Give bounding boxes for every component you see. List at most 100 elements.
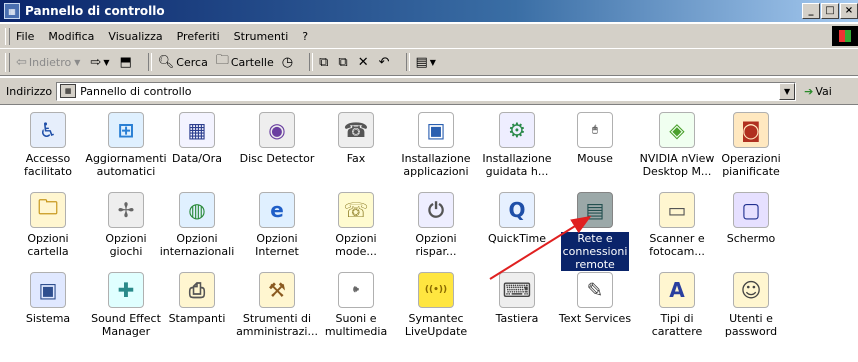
go-button[interactable]: ➔ Vai [804,85,832,98]
cpl-item-label: Text Services [558,312,632,325]
menu-modifica[interactable]: Modifica [48,30,94,43]
history-icon: ◷ [281,54,294,70]
address-dropdown-button[interactable]: ▼ [779,82,796,100]
fax-icon: ☎ [338,112,374,148]
joystick-icon: ✢ [108,192,144,228]
menu-grip[interactable] [5,27,10,45]
maximize-button[interactable]: □ [821,3,839,19]
copy-to-button[interactable]: ⧉ [338,55,349,70]
cpl-item-modem[interactable]: ☏ Opzioni mode... [316,192,396,258]
cpl-item-printer[interactable]: ⎙ Stampanti [157,272,237,325]
sound-effect-icon: ✚ [108,272,144,308]
chevron-down-icon: ▼ [74,57,81,67]
forward-button[interactable]: ⇨ ▼ [90,55,111,70]
minimize-button[interactable]: _ [802,3,820,19]
cpl-item-label: Schermo [726,232,776,245]
cpl-item-users[interactable]: ☺ Utenti e password [711,272,791,338]
views-icon: ▤ [415,54,428,70]
cpl-item-label: Installazione guidata h... [482,152,552,178]
cpl-item-network[interactable]: ▤ Rete e connessioni remote [555,192,635,271]
cpl-item-label: Scanner e fotocam... [649,232,705,258]
cpl-item-sound-effect[interactable]: ✚ Sound Effect Manager [86,272,166,338]
cpl-item-label: Stampanti [168,312,226,325]
nvidia-icon: ◈ [659,112,695,148]
cpl-item-scanner[interactable]: ▭ Scanner e fotocam... [637,192,717,258]
users-icon: ☺ [733,272,769,308]
history-button[interactable]: ◷ [282,55,295,70]
search-button[interactable]: 🔍︎ Cerca [158,55,208,70]
window-controls: _ □ × [801,3,858,19]
internet-icon: e [259,192,295,228]
cpl-item-disc[interactable]: ◉ Disc Detector [237,112,317,165]
cpl-item-quicktime[interactable]: Q QuickTime [477,192,557,245]
cpl-item-fax[interactable]: ☎ Fax [316,112,396,165]
chevron-down-icon: ▼ [429,57,436,67]
cpl-item-liveupdate[interactable]: ((•)) Symantec LiveUpdate [396,272,476,338]
cpl-item-hardware-wizard[interactable]: ⚙ Installazione guidata h... [477,112,557,178]
cpl-item-internet[interactable]: e Opzioni Internet [237,192,317,258]
cpl-item-label: Opzioni internazionali [159,232,235,258]
cpl-item-power[interactable]: ⏻ Opzioni rispar... [396,192,476,258]
network-icon: ▤ [577,192,613,228]
up-folder-button[interactable]: ⬒ [119,55,133,70]
power-icon: ⏻ [418,192,454,228]
cpl-item-add-remove-programs[interactable]: ▣ Installazione applicazioni [396,112,476,178]
cpl-item-computer[interactable]: ▣ Sistema [8,272,88,325]
cpl-item-label: Symantec LiveUpdate [404,312,468,338]
address-field[interactable]: ▦ Pannello di controllo ▼ [56,81,797,101]
cpl-item-label: Data/Ora [172,152,222,165]
cpl-item-fonts[interactable]: A Tipi di carattere [637,272,717,338]
address-value[interactable]: Pannello di controllo [80,85,191,98]
cpl-item-admin-tools[interactable]: ⚒ Strumenti di amministrazi... [236,272,318,338]
hardware-wizard-icon: ⚙ [499,112,535,148]
cpl-item-label: Tastiera [495,312,539,325]
back-button[interactable]: ⇦ Indietro ▼ [16,55,82,70]
menu-preferiti[interactable]: Preferiti [177,30,220,43]
menu-help[interactable]: ? [302,30,308,43]
delete-button[interactable]: ✕ [358,55,371,70]
cpl-item-nvidia[interactable]: ◈ NVIDIA nView Desktop M... [637,112,717,178]
control-panel-icon: ▦ [4,3,20,19]
move-to-button[interactable]: ⧉ [319,55,330,70]
toolbar-separator [309,53,314,71]
menu-visualizza[interactable]: Visualizza [108,30,162,43]
folders-button[interactable]: 🗀 Cartelle [216,51,274,73]
windows-logo-icon [832,26,858,46]
toolbar-separator [147,53,152,71]
globe-icon: ◍ [179,192,215,228]
cpl-item-mouse[interactable]: 🖱︎ Mouse [555,112,635,165]
window-title: Pannello di controllo [25,4,165,18]
cpl-item-globe[interactable]: ◍ Opzioni internazionali [157,192,237,258]
cpl-item-label: Mouse [577,152,613,165]
cpl-item-joystick[interactable]: ✢ Opzioni giochi [86,192,166,258]
views-button[interactable]: ▤ ▼ [416,55,438,70]
cpl-item-folder-options[interactable]: 🗀 Opzioni cartella [8,192,88,258]
accessibility-icon: ♿ [30,112,66,148]
cpl-item-keyboard[interactable]: ⌨ Tastiera [477,272,557,325]
toolbar-grip[interactable] [5,52,10,72]
printer-icon: ⎙ [179,272,215,308]
forward-arrow-icon: ⇨ [90,54,102,70]
cpl-item-label: Tipi di carattere [651,312,703,338]
quicktime-icon: Q [499,192,535,228]
cpl-item-windows-update[interactable]: ⊞ Aggiornamenti automatici [85,112,167,178]
cpl-item-calendar[interactable]: ▦ Data/Ora [157,112,237,165]
menu-file[interactable]: File [16,30,34,43]
toolbar: ⇦ Indietro ▼ ⇨ ▼ ⬒ 🔍︎ Cerca 🗀 Cartelle ◷ ⧉ ⧉ … [0,49,858,76]
cpl-item-label: NVIDIA nView Desktop M... [639,152,715,178]
folders-icon: 🗀 [215,53,229,68]
undo-button[interactable]: ↶ [379,55,392,70]
cpl-item-label: Aggiornamenti automatici [85,152,167,178]
cpl-item-scheduled-tasks[interactable]: ◙ Operazioni pianificate [711,112,791,178]
speaker-icon: 🕪︎ [338,272,374,308]
menu-strumenti[interactable]: Strumenti [234,30,289,43]
cpl-item-label: Installazione applicazioni [401,152,471,178]
back-label: Indietro [28,55,72,69]
cpl-item-speaker[interactable]: 🕪︎ Suoni e multimedia [316,272,396,338]
search-icon: 🔍︎ [157,54,175,70]
cpl-item-accessibility[interactable]: ♿ Accesso facilitato [8,112,88,178]
cpl-item-text-services[interactable]: ✎ Text Services [555,272,635,325]
liveupdate-icon: ((•)) [418,272,454,308]
cpl-item-display[interactable]: ▢ Schermo [711,192,791,245]
close-button[interactable]: × [840,3,858,19]
